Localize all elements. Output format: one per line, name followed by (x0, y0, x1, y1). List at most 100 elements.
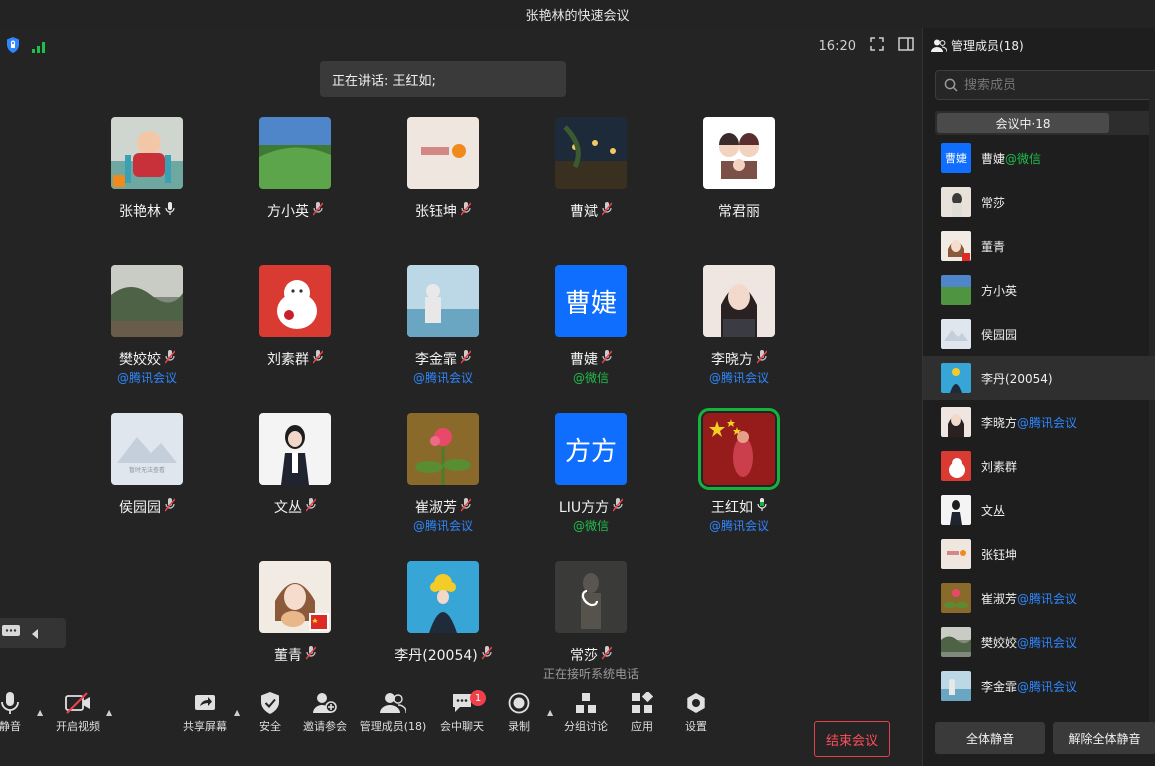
member-row[interactable]: 李晓方 @腾讯会议 (923, 400, 1155, 444)
member-row[interactable]: 董青 (923, 224, 1155, 268)
participant-tile[interactable]: 董青 (224, 561, 364, 691)
participant-tile[interactable]: 文丛 (224, 413, 364, 543)
participant-tile[interactable]: 常莎 正在接听系统电话 (520, 561, 660, 691)
mute-all-label: 全体静音 (965, 731, 1014, 746)
member-row[interactable]: 曹婕 曹婕 @微信 (923, 136, 1155, 180)
participant-name: LIU方方 (558, 500, 610, 516)
chat-bubble-icon[interactable] (2, 624, 20, 643)
participant-tile[interactable]: 李金霏 @腾讯会议 (372, 265, 512, 395)
tab-in-meeting-label: 会议中·18 (995, 116, 1051, 131)
tab-in-meeting[interactable]: 会议中·18 (937, 113, 1109, 133)
chat-label: 会中聊天 (440, 720, 484, 733)
avatar (111, 117, 183, 189)
end-meeting-label: 结束会议 (825, 733, 878, 749)
shield-icon[interactable] (6, 37, 20, 57)
member-source: @腾讯会议 (1017, 591, 1078, 606)
member-row[interactable]: 侯园园 (923, 312, 1155, 356)
participant-tile[interactable]: 李晓方 @腾讯会议 (668, 265, 808, 395)
member-row[interactable]: 崔淑芳 @腾讯会议 (923, 576, 1155, 620)
member-search[interactable] (935, 70, 1155, 100)
member-name: 李金霏 (981, 679, 1018, 694)
participant-name: 王红如 (711, 500, 753, 516)
participant-name-row: 方小英 (224, 201, 366, 221)
search-icon (944, 78, 958, 92)
member-avatar (941, 583, 971, 613)
end-meeting-button[interactable]: 结束会议 (814, 721, 890, 757)
member-name: 常莎 (981, 195, 1006, 210)
search-input[interactable] (964, 77, 1144, 93)
member-row[interactable]: 张钰坤 (923, 532, 1155, 576)
member-row[interactable]: 文丛 (923, 488, 1155, 532)
members-panel: 管理成员(18) 会议中·18 曹婕 曹婕@微信 常莎 董青 (922, 28, 1155, 766)
record-icon (508, 692, 530, 714)
participant-tile[interactable]: 方方 LIU方方 @微信 (520, 413, 660, 543)
status-right: 16:20 (819, 37, 914, 55)
participant-name-row: 曹斌 (520, 201, 662, 221)
apps-label: 应用 (631, 720, 653, 733)
signal-icon[interactable] (32, 38, 46, 57)
avatar (259, 561, 331, 633)
unmute-all-button[interactable]: 解除全体静音 (1053, 722, 1155, 754)
share-screen-button[interactable]: 共享屏幕 (169, 692, 241, 734)
participant-tile[interactable]: 张钰坤 (372, 117, 512, 247)
collapse-left-icon[interactable] (32, 624, 40, 643)
avatar (259, 265, 331, 337)
mic-off-icon (165, 350, 175, 368)
participant-tile[interactable]: 刘素群 (224, 265, 364, 395)
participant-tile[interactable]: 曹斌 (520, 117, 660, 247)
member-avatar (941, 539, 971, 569)
participant-name-row: LIU方方 (520, 497, 662, 517)
mic-off-icon (602, 646, 612, 664)
member-row-hovered[interactable]: 李丹(20054) (923, 356, 1155, 400)
participant-name-row: 张钰坤 (372, 201, 514, 221)
participant-tile[interactable]: 方小英 (224, 117, 364, 247)
settings-button[interactable]: 设置 (660, 692, 732, 734)
invite-button[interactable]: 邀请参会 (289, 692, 361, 734)
member-avatar-text: 曹婕 (941, 143, 971, 173)
participant-name: 侯园园 (119, 500, 161, 516)
participant-tile[interactable]: 李丹(20054) (372, 561, 512, 691)
participant-tile[interactable]: 樊姣姣 @腾讯会议 (76, 265, 216, 395)
participant-tile[interactable]: 常君丽 (668, 117, 808, 247)
participant-tile-speaking[interactable]: 王红如 @腾讯会议 (668, 408, 808, 543)
participant-name-row: 李金霏 (372, 349, 514, 369)
video-options-caret[interactable]: ▲ (106, 708, 112, 717)
participant-name: 李丹(20054) (394, 648, 478, 664)
speaking-indicator: 正在讲话: 王红如; (320, 61, 566, 97)
mic-off-icon (165, 498, 175, 516)
member-row[interactable]: 李金霏 @腾讯会议 (923, 664, 1155, 708)
participant-name: 张钰坤 (415, 204, 457, 220)
participant-name-row: 文丛 (224, 497, 366, 517)
participant-tile[interactable]: 曹婕 曹婕 @微信 (520, 265, 660, 395)
record-button[interactable]: 录制 (483, 692, 555, 734)
avatar (555, 117, 627, 189)
mic-off-icon (602, 202, 612, 220)
settings-label: 设置 (685, 720, 707, 733)
manage-members-button[interactable]: 管理成员(18) (357, 692, 429, 734)
avatar (259, 413, 331, 485)
avatar-text: 曹婕 (555, 265, 627, 337)
member-avatar (941, 319, 971, 349)
avatar (111, 265, 183, 337)
member-row[interactable]: 常莎 (923, 180, 1155, 224)
layout-icon[interactable] (898, 37, 914, 55)
fullscreen-icon[interactable] (870, 37, 884, 55)
member-row[interactable]: 方小英 (923, 268, 1155, 312)
avatar (407, 265, 479, 337)
member-name: 曹婕 (981, 151, 1006, 166)
member-avatar (941, 451, 971, 481)
participant-tile[interactable]: 张艳林 (76, 117, 216, 247)
shield-check-icon (261, 692, 279, 714)
apps-grid-icon (632, 692, 653, 713)
participant-name: 常君丽 (718, 204, 760, 220)
mic-off-icon (602, 350, 612, 368)
mute-all-button[interactable]: 全体静音 (935, 722, 1045, 754)
participant-tile[interactable]: 暂时无法查看 侯园园 (76, 413, 216, 543)
member-row[interactable]: 樊姣姣 @腾讯会议 (923, 620, 1155, 664)
participant-name: 刘素群 (267, 352, 309, 368)
floating-chat-bar[interactable] (0, 618, 66, 648)
start-video-button[interactable]: 开启视频 (42, 692, 114, 734)
member-avatar (941, 363, 971, 393)
participant-tile[interactable]: 崔淑芳 @腾讯会议 (372, 413, 512, 543)
member-row[interactable]: 刘素群 (923, 444, 1155, 488)
